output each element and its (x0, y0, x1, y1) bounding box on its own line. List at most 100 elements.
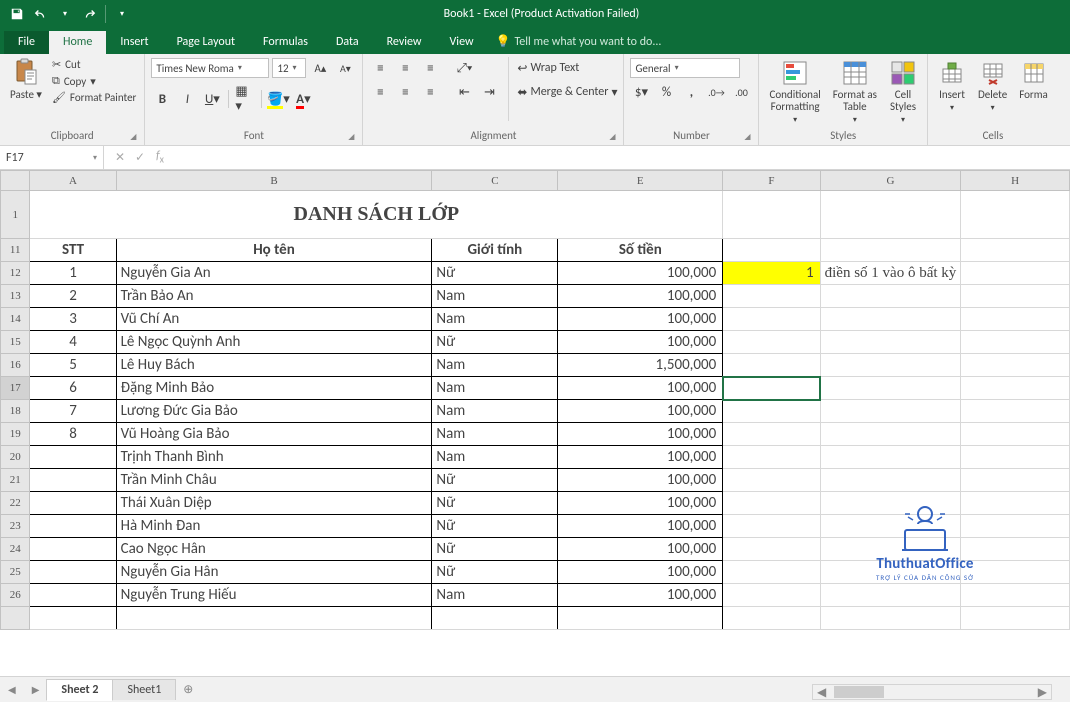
row-header-15[interactable]: 15 (1, 331, 30, 354)
orientation-icon[interactable]: ⤢▾ (453, 58, 475, 78)
row-header-17[interactable]: 17 (1, 377, 30, 400)
cell-F14[interactable] (723, 308, 820, 331)
fx-icon[interactable]: fx (150, 149, 170, 165)
select-all-corner[interactable] (1, 171, 30, 191)
delete-cells-button[interactable]: Delete▾ (974, 57, 1011, 115)
row-header-12[interactable]: 12 (1, 262, 30, 285)
wrap-text-button[interactable]: ↩ Wrap Text (517, 57, 617, 79)
accounting-format-icon[interactable]: $▾ (630, 82, 652, 102)
cell-G14[interactable] (820, 308, 961, 331)
decrease-font-icon[interactable]: A▾ (334, 58, 356, 78)
cell-G26[interactable] (820, 584, 961, 607)
sheet-nav-next-icon[interactable]: ▶ (24, 683, 48, 696)
row-header-26[interactable]: 26 (1, 584, 30, 607)
copy-button[interactable]: ⧉Copy ▾ (50, 73, 138, 89)
worksheet-grid[interactable]: ABCEFGH1DANH SÁCH LỚP11 STT Họ tên Giới … (0, 170, 1070, 676)
col-header-H[interactable]: H (961, 171, 1070, 191)
cell-G16[interactable] (820, 354, 961, 377)
cell-F13[interactable] (723, 285, 820, 308)
undo-dropdown-icon[interactable]: ▾ (54, 3, 76, 25)
cell-G13[interactable] (820, 285, 961, 308)
cell-G18[interactable] (820, 400, 961, 423)
col-header-A[interactable]: A (30, 171, 116, 191)
row-header-14[interactable]: 14 (1, 308, 30, 331)
cell-G20[interactable] (820, 446, 961, 469)
cell-G12[interactable]: điền số 1 vào ô bất kỳ (820, 262, 961, 285)
cell-H26[interactable] (961, 584, 1070, 607)
cell-F19[interactable] (723, 423, 820, 446)
increase-indent-icon[interactable]: ⇥ (478, 82, 500, 102)
insert-cells-button[interactable]: Insert▾ (934, 57, 970, 115)
clipboard-launcher-icon[interactable]: ◢ (130, 132, 136, 142)
cell-F22[interactable] (723, 492, 820, 515)
percent-format-icon[interactable]: % (655, 82, 677, 102)
undo-icon[interactable] (30, 3, 52, 25)
comma-format-icon[interactable]: , (680, 82, 702, 102)
format-painter-button[interactable]: 🖌Format Painter (50, 90, 138, 105)
row-header-24[interactable]: 24 (1, 538, 30, 561)
number-launcher-icon[interactable]: ◢ (744, 132, 750, 142)
sheet-nav-prev-icon[interactable]: ◀ (0, 683, 24, 696)
format-cells-button[interactable]: Forma (1015, 57, 1052, 103)
align-center-icon[interactable]: ≡ (394, 82, 416, 102)
cell-F20[interactable] (723, 446, 820, 469)
align-right-icon[interactable]: ≡ (419, 82, 441, 102)
increase-font-icon[interactable]: A▴ (309, 58, 331, 78)
decrease-indent-icon[interactable]: ⇤ (453, 82, 475, 102)
align-bottom-icon[interactable]: ≡ (419, 58, 441, 78)
align-left-icon[interactable]: ≡ (369, 82, 391, 102)
row-header-16[interactable]: 16 (1, 354, 30, 377)
cell-G21[interactable] (820, 469, 961, 492)
font-size-select[interactable]: 12 (272, 58, 306, 78)
align-top-icon[interactable]: ≡ (369, 58, 391, 78)
cell-styles-button[interactable]: Cell Styles▾ (885, 57, 921, 127)
merge-center-button[interactable]: ⬌ Merge & Center ▾ (517, 81, 617, 103)
paste-button[interactable]: Paste ▾ (6, 57, 46, 103)
cell-H21[interactable] (961, 469, 1070, 492)
row-header-18[interactable]: 18 (1, 400, 30, 423)
italic-button[interactable]: I (176, 89, 198, 109)
redo-icon[interactable] (78, 3, 100, 25)
tab-formulas[interactable]: Formulas (249, 31, 322, 54)
font-launcher-icon[interactable]: ◢ (348, 132, 354, 142)
save-icon[interactable] (6, 3, 28, 25)
cell-H15[interactable] (961, 331, 1070, 354)
horizontal-scrollbar[interactable]: ◀▶ (812, 684, 1052, 700)
col-header-G[interactable]: G (820, 171, 961, 191)
sheet-tab-active[interactable]: Sheet 2 (46, 679, 113, 701)
cell-H14[interactable] (961, 308, 1070, 331)
conditional-formatting-button[interactable]: Conditional Formatting▾ (765, 57, 824, 127)
cancel-formula-icon[interactable]: ✕ (110, 150, 130, 165)
format-as-table-button[interactable]: Format as Table▾ (829, 57, 881, 127)
fill-color-button[interactable]: 🪣 ▾ (267, 89, 289, 109)
cell-F16[interactable] (723, 354, 820, 377)
tab-data[interactable]: Data (322, 31, 373, 54)
tell-me-search[interactable]: 💡 Tell me what you want to do... (496, 34, 662, 54)
name-box[interactable]: F17▾ (0, 146, 104, 169)
tab-view[interactable]: View (436, 31, 488, 54)
decrease-decimal-icon[interactable]: .00 (730, 82, 752, 102)
align-middle-icon[interactable]: ≡ (394, 58, 416, 78)
tab-review[interactable]: Review (373, 31, 436, 54)
font-color-button[interactable]: A ▾ (292, 89, 314, 109)
new-sheet-button[interactable]: ⊕ (175, 679, 201, 700)
row-header-21[interactable]: 21 (1, 469, 30, 492)
qat-customize-icon[interactable]: ▾ (111, 3, 133, 25)
row-header-1[interactable]: 1 (1, 191, 30, 239)
number-format-select[interactable]: General (630, 58, 740, 78)
font-name-select[interactable]: Times New Roma (151, 58, 269, 78)
cell-F17[interactable] (723, 377, 820, 400)
underline-button[interactable]: U ▾ (201, 89, 223, 109)
cell-F15[interactable] (723, 331, 820, 354)
col-header-B[interactable]: B (116, 171, 432, 191)
cell-H17[interactable] (961, 377, 1070, 400)
col-header-F[interactable]: F (723, 171, 820, 191)
border-button[interactable]: ▦ ▾ (234, 89, 256, 109)
bold-button[interactable]: B (151, 89, 173, 109)
cell-G15[interactable] (820, 331, 961, 354)
row-header-22[interactable]: 22 (1, 492, 30, 515)
alignment-launcher-icon[interactable]: ◢ (609, 132, 615, 142)
row-header-13[interactable]: 13 (1, 285, 30, 308)
col-header-E[interactable]: E (558, 171, 723, 191)
cell-H20[interactable] (961, 446, 1070, 469)
